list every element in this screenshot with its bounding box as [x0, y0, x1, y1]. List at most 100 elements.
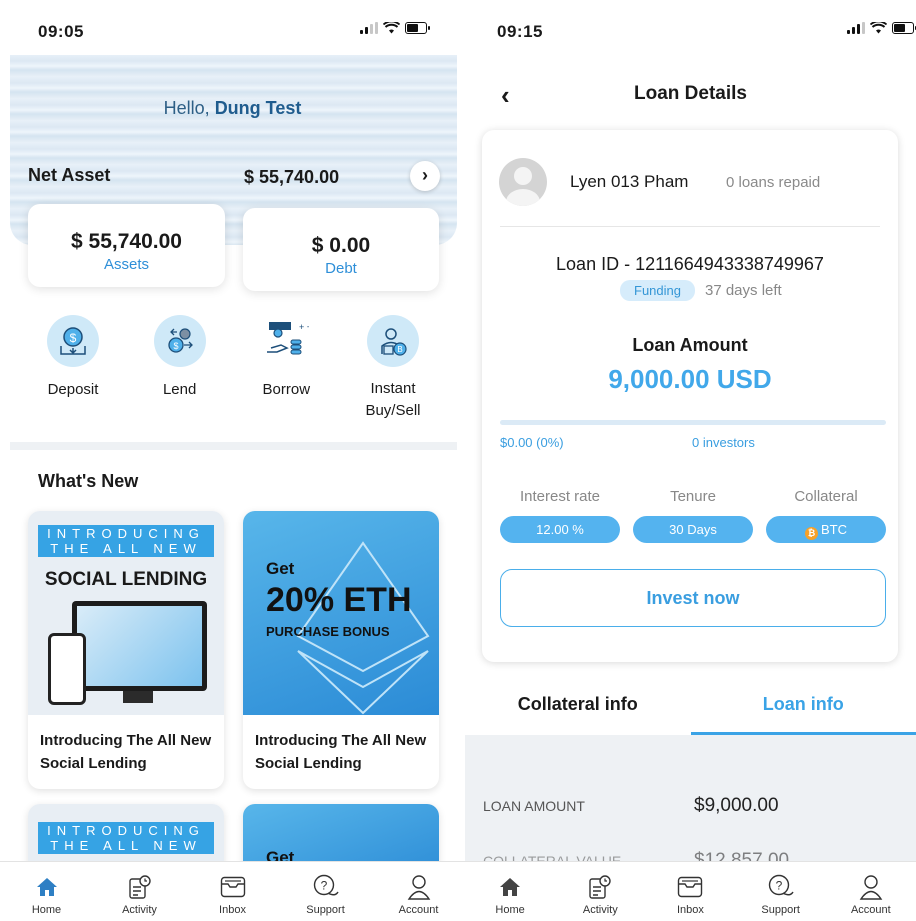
tab-account[interactable]: Account [379, 862, 459, 921]
info-value: $9,000.00 [694, 795, 779, 816]
invest-now-button[interactable]: Invest now [500, 569, 886, 627]
term-value: 12.00 % [500, 516, 620, 543]
assets-label: Assets [103, 256, 149, 273]
days-left: 37 days left [704, 282, 782, 299]
bitcoin-icon: ₿ [805, 527, 818, 540]
net-asset-label: Net Asset [28, 165, 111, 185]
status-icons [847, 22, 916, 34]
assets-value: $ 55,740.00 [71, 230, 182, 253]
monitor-stand [123, 691, 153, 703]
phone-illustration [48, 633, 86, 705]
tab-label: Inbox [677, 904, 704, 916]
loan-id: Loan ID - 1211664943338749967 [556, 254, 824, 274]
tab-label: Inbox [219, 904, 246, 916]
home-icon [36, 878, 57, 896]
tab-loan-info[interactable]: Loan info [690, 680, 916, 735]
avatar[interactable] [499, 158, 547, 206]
chevron-right-icon: › [422, 165, 428, 185]
inbox-icon [678, 876, 703, 898]
tab-support[interactable]: ? Support [286, 862, 366, 921]
battery-icon [892, 22, 916, 34]
status-icons [360, 22, 430, 34]
bottom-tab-bar: Home Activity Inbox ? Support Account [0, 861, 465, 921]
collateral-value: BTC [821, 522, 847, 537]
deposit-icon: $ [47, 315, 99, 367]
info-tabs: Collateral info Loan info [465, 680, 916, 735]
monitor-illustration [72, 601, 207, 691]
tab-support[interactable]: ? Support [741, 862, 821, 921]
action-borrow[interactable]: + + Borrow [241, 315, 331, 422]
news-card[interactable]: Get 20% ETH PURCHASE BONUS Introducing T… [243, 511, 439, 789]
news-image: INTRODUCING THE ALL NEW SOCIAL LENDING [28, 511, 224, 715]
promo-get: Get [266, 559, 295, 578]
status-time: 09:05 [38, 22, 84, 41]
action-deposit[interactable]: $ Deposit [28, 315, 118, 422]
news-banner-top: INTRODUCING THE ALL NEW [38, 525, 214, 557]
svg-text:$: $ [70, 331, 77, 345]
funded-amount: $0.00 (0%) [500, 435, 564, 450]
bottom-tab-bar: Home Activity Inbox ? Support Account [465, 861, 916, 921]
tab-home[interactable]: Home [470, 862, 550, 921]
action-instant-buy-sell[interactable]: B Instant Buy/Sell [348, 315, 438, 422]
signal-icon [847, 22, 865, 34]
inbox-icon [220, 876, 245, 898]
term-value: 30 Days [633, 516, 753, 543]
term-label: Tenure [670, 488, 716, 505]
lend-icon: $ [153, 315, 206, 367]
tab-label: Support [306, 904, 345, 916]
tab-account[interactable]: Account [831, 862, 911, 921]
whats-new-title: What's New [38, 471, 139, 491]
assets-card[interactable]: $ 55,740.00 Assets [28, 204, 225, 287]
news-caption: Introducing The All New Social Lending [255, 732, 427, 772]
action-label: Borrow [262, 381, 311, 398]
term-collateral: Collateral ₿ BTC [766, 488, 886, 543]
instant-buy-sell-icon: B [366, 315, 419, 367]
net-asset-value: $ 55,740.00 [244, 167, 340, 187]
user-name: Dung Test [214, 98, 302, 118]
action-label: Lend [162, 381, 197, 398]
support-icon: ? [768, 874, 794, 896]
signal-icon [360, 22, 378, 34]
investor-count: 0 investors [692, 435, 755, 450]
borrow-icon: + + [260, 315, 312, 367]
activity-icon [128, 875, 151, 899]
account-icon [407, 875, 430, 900]
svg-text:?: ? [775, 879, 782, 893]
term-tenure: Tenure 30 Days [633, 488, 753, 543]
borrower-name[interactable]: Lyen 013 Pham [570, 172, 688, 192]
tab-label: Activity [582, 904, 618, 916]
tab-collateral-info[interactable]: Collateral info [465, 680, 691, 735]
tab-label: Home [495, 904, 525, 916]
action-label: Instant Buy/Sell [365, 380, 421, 419]
home-icon [500, 878, 521, 896]
term-label: Collateral [794, 488, 858, 505]
debt-value: $ 0.00 [311, 234, 371, 257]
tab-inbox[interactable]: Inbox [650, 862, 730, 921]
page-title: Loan Details [634, 83, 747, 104]
tab-activity[interactable]: Activity [560, 862, 640, 921]
svg-text:B: B [397, 345, 402, 354]
news-card[interactable]: INTRODUCING THE ALL NEW SOCIAL LENDING I… [28, 511, 224, 789]
net-asset-details-button[interactable]: › [410, 161, 440, 191]
home-screen: 09:05 Hello, Dung Test Net Asset $ 55,74… [0, 0, 465, 921]
funding-progress-bar [500, 420, 886, 425]
loans-repaid: 0 loans repaid [726, 174, 821, 191]
debt-card[interactable]: $ 0.00 Debt [243, 208, 439, 291]
tab-home[interactable]: Home [7, 862, 87, 921]
debt-label: Debt [325, 260, 357, 277]
section-divider [10, 442, 457, 450]
info-key: LOAN AMOUNT [483, 798, 585, 814]
account-icon [859, 875, 883, 900]
tab-label: Activity [122, 904, 157, 916]
term-value: ₿ BTC [766, 516, 886, 543]
status-time: 09:15 [497, 22, 543, 41]
svg-text:?: ? [320, 879, 327, 893]
news-caption: Introducing The All New Social Lending [40, 732, 212, 772]
tab-activity[interactable]: Activity [100, 862, 180, 921]
wifi-icon [870, 22, 887, 34]
promo-headline: 20% ETH [266, 581, 412, 619]
action-lend[interactable]: $ Lend [135, 315, 225, 422]
action-label: Deposit [47, 381, 99, 398]
news-banner-top: INTRODUCING THE ALL NEW [38, 822, 214, 854]
tab-inbox[interactable]: Inbox [193, 862, 273, 921]
